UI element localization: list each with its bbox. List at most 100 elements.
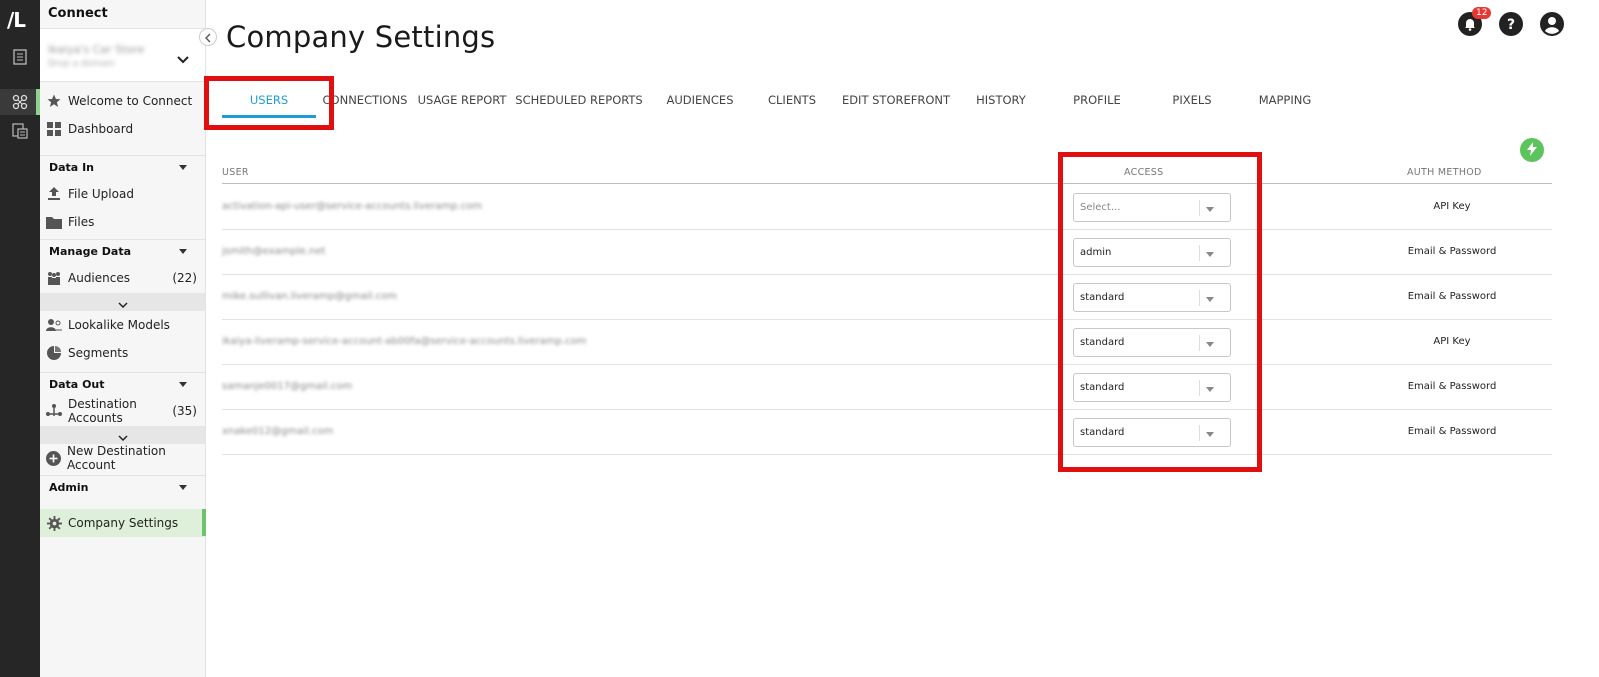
star-icon [46, 93, 62, 109]
org-link[interactable]: Drop a domain [48, 59, 115, 69]
gear-icon [46, 515, 62, 531]
user-email: activation-api-user@service-accounts.liv… [222, 201, 482, 212]
section-manage-data[interactable]: Manage Data [40, 239, 205, 263]
auth-method: Email & Password [1407, 291, 1497, 302]
sidebar-item-lookalike-models[interactable]: Lookalike Models [40, 311, 205, 339]
sidebar-item-audiences[interactable]: Audiences (22) [40, 264, 205, 292]
tab-profile[interactable]: PROFILE [1062, 82, 1132, 118]
user-email: xnake012@gmail.com [222, 426, 334, 437]
org-name: Ikaiya's Car Store [48, 43, 145, 56]
sidebar-item-label: Files [68, 215, 95, 229]
tab-usage-report[interactable]: USAGE REPORT [418, 82, 507, 118]
tab-scheduled-reports[interactable]: SCHEDULED REPORTS [515, 82, 642, 118]
user-circle-icon [1540, 12, 1564, 40]
sidebar-item-new-destination[interactable]: New Destination Account [40, 444, 205, 472]
lightning-icon [1527, 141, 1537, 160]
reports-icon[interactable] [0, 44, 40, 70]
sidebar-item-dashboard[interactable]: Dashboard [40, 115, 205, 143]
quick-action-button[interactable] [1520, 138, 1544, 162]
tab-clients[interactable]: CLIENTS [762, 82, 822, 118]
caret-down-icon [179, 382, 187, 387]
sidebar-item-company-settings[interactable]: Company Settings [40, 509, 206, 537]
sidebar-item-label: Segments [68, 346, 129, 360]
sidebar-item-label: New Destination Account [67, 444, 166, 472]
chevron-down-icon [117, 293, 128, 312]
page-title: Company Settings [226, 20, 496, 54]
upload-icon [46, 186, 62, 202]
highlight-box-access-column [1058, 152, 1262, 472]
sidebar-item-welcome[interactable]: Welcome to Connect [40, 87, 205, 115]
sidebar-item-label: Destination Accounts [68, 397, 137, 425]
section-admin[interactable]: Admin [40, 475, 205, 499]
pie-icon [46, 345, 62, 361]
dashboard-icon [46, 121, 62, 137]
tab-audiences[interactable]: AUDIENCES [662, 82, 738, 118]
account-button[interactable] [1540, 12, 1566, 38]
section-label: Manage Data [49, 245, 132, 258]
highlight-box-users-tab [204, 76, 334, 130]
audiences-count: (22) [172, 271, 197, 285]
app-logo: /L [7, 8, 26, 32]
sidebar-item-label: File Upload [68, 187, 134, 201]
tab-history[interactable]: HISTORY [966, 82, 1036, 118]
help-icon: ? [1499, 12, 1523, 40]
caret-down-icon [179, 249, 187, 254]
user-email: ikaiya-liveramp-service-account-ab00fa@s… [222, 336, 587, 347]
app-rail: /L [0, 0, 40, 677]
chevron-down-icon [117, 426, 128, 445]
table-row: ikaiya-liveramp-service-account-ab00fa@s… [222, 320, 1552, 365]
users-table-header: USER ACCESS AUTH METHOD [222, 160, 1552, 184]
column-auth-method: AUTH METHOD [1407, 167, 1482, 178]
auth-method: Email & Password [1407, 246, 1497, 257]
table-row: xnake012@gmail.com standard Email & Pass… [222, 410, 1552, 455]
help-button[interactable]: ? [1499, 12, 1525, 38]
sidebar-item-destination-accounts[interactable]: Destination Accounts (35) [40, 397, 205, 425]
sidebar-item-label: Welcome to Connect [68, 94, 193, 108]
tab-pixels[interactable]: PIXELS [1162, 82, 1222, 118]
caret-down-icon [179, 165, 187, 170]
sidebar-item-label: Company Settings [68, 516, 179, 530]
database-icon[interactable] [0, 118, 40, 144]
destinations-count: (35) [172, 404, 197, 418]
notifications-button[interactable]: 12 [1458, 7, 1492, 40]
user-email: mike.sullivan.liveramp@gmail.com [222, 291, 397, 302]
user-email: samanje0017@gmail.com [222, 381, 353, 392]
tab-mapping[interactable]: MAPPING [1250, 82, 1320, 118]
caret-down-icon [179, 485, 187, 490]
column-user: USER [222, 167, 249, 178]
sidebar-item-file-upload[interactable]: File Upload [40, 180, 205, 208]
auth-method: API Key [1433, 336, 1471, 347]
auth-method: Email & Password [1407, 426, 1497, 437]
sidebar-item-segments[interactable]: Segments [40, 339, 205, 367]
connect-icon[interactable] [0, 89, 40, 115]
section-label: Admin [49, 481, 89, 494]
sidebar-title: Connect [48, 6, 108, 21]
svg-text:?: ? [1507, 17, 1515, 33]
sidebar-item-label: Audiences [68, 271, 130, 285]
sidebar: Connect Ikaiya's Car Store Drop a domain… [40, 0, 206, 677]
lookalike-icon [46, 317, 62, 333]
user-email: jsmith@example.net [222, 246, 326, 257]
section-label: Data In [49, 161, 94, 174]
chevron-down-icon[interactable] [177, 49, 189, 68]
auth-method: API Key [1433, 201, 1471, 212]
table-row: samanje0017@gmail.com standard Email & P… [222, 365, 1552, 410]
table-row: mike.sullivan.liveramp@gmail.com standar… [222, 275, 1552, 320]
section-label: Data Out [49, 378, 105, 391]
section-data-in[interactable]: Data In [40, 155, 205, 179]
share-icon [46, 403, 62, 419]
sidebar-item-files[interactable]: Files [40, 208, 205, 236]
org-switcher[interactable]: Ikaiya's Car Store Drop a domain [40, 28, 205, 82]
tab-edit-storefront[interactable]: EDIT STOREFRONT [842, 82, 950, 118]
section-data-out[interactable]: Data Out [40, 372, 205, 396]
plus-circle-icon [46, 450, 61, 466]
bell-icon [1458, 12, 1482, 40]
collapse-sidebar-button[interactable] [199, 28, 217, 46]
notification-badge: 12 [1472, 7, 1492, 19]
folder-icon [46, 214, 62, 230]
show-more-toggle[interactable] [40, 293, 205, 311]
auth-method: Email & Password [1407, 381, 1497, 392]
show-more-toggle[interactable] [40, 426, 205, 444]
chevron-left-icon [205, 28, 211, 47]
main-content: Company Settings 12 ? USERS CONNECTIONS … [204, 0, 1599, 677]
